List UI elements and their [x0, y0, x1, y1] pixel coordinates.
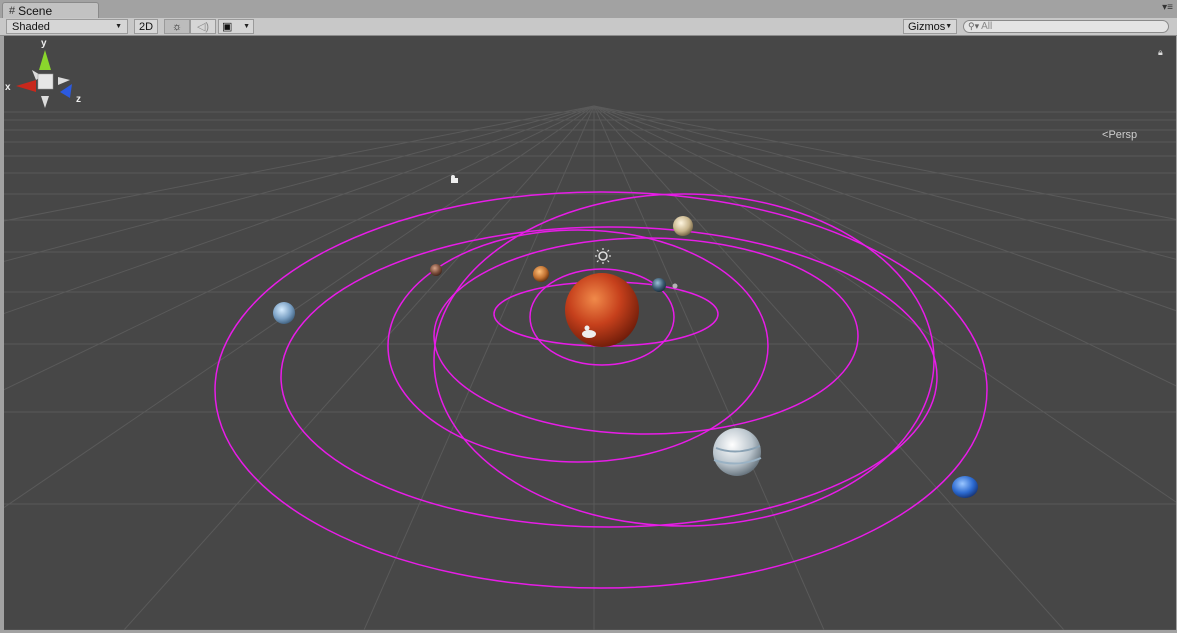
orbit-6 — [433, 193, 935, 527]
projection-label: Persp — [1108, 129, 1138, 141]
tab-bar: # Scene ▾≡ — [0, 0, 1177, 19]
planet-brown — [430, 264, 442, 276]
planet-orange — [533, 266, 549, 282]
planet-blue — [952, 476, 978, 498]
window-menu-icon[interactable]: ▾≡ — [1162, 3, 1173, 13]
gizmo-y-label: y — [41, 38, 47, 49]
search-icon: ⚲▾ — [968, 21, 980, 31]
image-icon: ▣ — [222, 21, 233, 33]
orbit-paths — [214, 191, 988, 589]
2d-label: 2D — [138, 20, 154, 33]
audio-toggle-button[interactable]: ◁) — [190, 19, 216, 34]
orientation-gizmo[interactable]: y x z — [4, 36, 88, 120]
effects-dropdown[interactable]: ▣ ▼ — [218, 19, 254, 34]
light-gizmo-icon — [598, 251, 608, 261]
scene-canvas — [4, 105, 1176, 630]
projection-toggle[interactable]: <Persp — [1102, 129, 1137, 141]
sun-planet — [565, 273, 639, 347]
grid-icon: # — [9, 4, 16, 17]
planet-moon — [672, 283, 678, 289]
lighting-toggle-button[interactable]: ☼ — [164, 19, 190, 34]
tab-scene[interactable]: # Scene — [2, 2, 99, 18]
draw-mode-label: Shaded — [12, 20, 50, 33]
tab-scene-label: Scene — [18, 3, 53, 18]
chevron-down-icon: ▼ — [243, 23, 250, 30]
orbit-4 — [433, 237, 859, 435]
planet-earth — [652, 278, 666, 292]
planet-light-blue — [273, 302, 295, 324]
ground-grid — [4, 105, 1176, 630]
camera-gizmo-icon — [451, 175, 458, 183]
scene-viewport[interactable]: 🔒︎ y x z <Persp — [4, 36, 1176, 630]
search-placeholder: All — [981, 21, 993, 32]
2d-toggle-button[interactable]: 2D — [134, 19, 158, 34]
x-axis-cone-icon — [16, 80, 36, 92]
sun-icon: ☼ — [171, 20, 183, 33]
neg-x-cone-icon — [58, 77, 70, 85]
speaker-icon: ◁) — [196, 21, 210, 33]
orbit-7 — [214, 191, 988, 589]
lock-icon[interactable]: 🔒︎ — [1158, 47, 1163, 58]
chevron-down-icon: ▼ — [115, 23, 122, 30]
planet-tan — [673, 216, 693, 236]
draw-mode-dropdown[interactable]: Shaded ▼ — [6, 19, 128, 34]
chevron-down-icon: ▼ — [945, 23, 953, 30]
gizmo-x-label: x — [5, 82, 11, 93]
scene-toolbar: Shaded ▼ 2D ☼ ◁) ▣ ▼ Gizmos ▼ ⚲▾ All — [0, 18, 1177, 36]
z-axis-cone-icon — [60, 84, 72, 98]
planets — [273, 216, 978, 498]
gizmos-label: Gizmos — [908, 20, 946, 33]
gizmo-center-cube — [37, 73, 54, 90]
gizmos-dropdown[interactable]: Gizmos ▼ — [903, 19, 957, 34]
y-axis-cone-icon — [39, 50, 51, 70]
search-input[interactable]: ⚲▾ All — [963, 20, 1169, 33]
neg-y-cone-icon — [41, 96, 49, 108]
orbit-3 — [387, 229, 769, 463]
gizmo-z-label: z — [76, 94, 81, 105]
